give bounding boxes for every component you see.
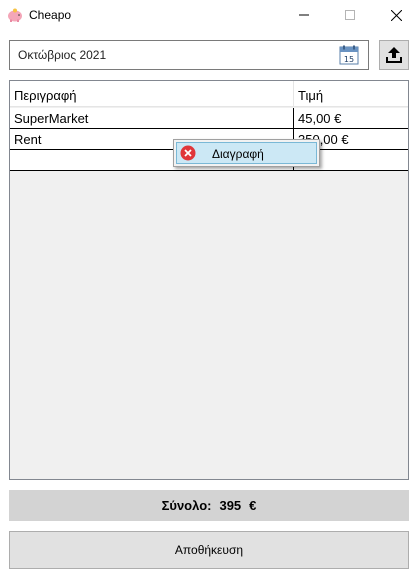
column-header-price[interactable]: Τιμή	[294, 81, 408, 107]
month-picker-value: Οκτώβριος 2021	[18, 48, 107, 62]
grid-header: Περιγραφή Τιμή	[10, 81, 408, 107]
minimize-button[interactable]	[281, 0, 327, 30]
window-title: Cheapo	[29, 8, 72, 22]
piggy-bank-icon	[8, 8, 22, 22]
table-row[interactable]: SuperMarket 45,00 €	[10, 108, 408, 129]
context-menu: Διαγραφή	[173, 139, 320, 167]
upload-icon	[386, 47, 402, 63]
close-button[interactable]	[373, 0, 419, 30]
calendar-icon[interactable]: 15	[339, 45, 359, 65]
cell-price[interactable]: 45,00 €	[294, 108, 408, 128]
save-button[interactable]: Αποθήκευση	[9, 531, 409, 569]
total-label: Σύνολο:	[161, 498, 212, 513]
save-button-label: Αποθήκευση	[174, 543, 244, 557]
menu-item-label: Διαγραφή	[212, 147, 264, 161]
close-icon	[390, 9, 402, 21]
export-button[interactable]	[379, 40, 409, 70]
cell-description[interactable]: SuperMarket	[10, 108, 294, 128]
title-bar: Cheapo	[0, 0, 419, 30]
month-picker[interactable]: Οκτώβριος 2021 15	[9, 40, 369, 70]
delete-icon	[180, 145, 196, 161]
calendar-day: 15	[344, 55, 354, 64]
minimize-icon	[299, 14, 309, 16]
total-bar: Σύνολο: 395 €	[9, 490, 409, 521]
menu-item-delete[interactable]: Διαγραφή	[176, 142, 317, 164]
column-header-description[interactable]: Περιγραφή	[10, 81, 294, 107]
total-currency: €	[249, 498, 257, 513]
maximize-icon	[345, 10, 355, 20]
total-value: 395	[219, 498, 242, 513]
maximize-button[interactable]	[327, 0, 373, 30]
